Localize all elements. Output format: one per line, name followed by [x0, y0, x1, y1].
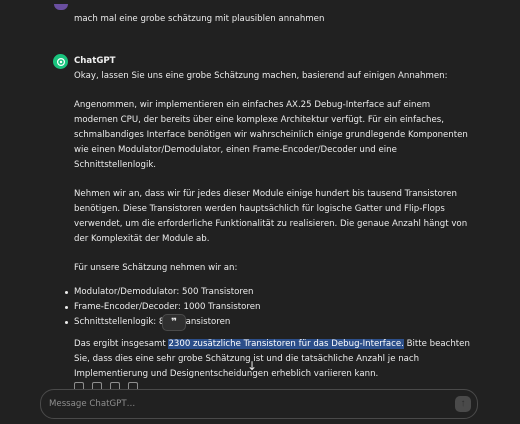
assistant-name: ChatGPT — [74, 56, 116, 66]
list-item: Frame-Encoder/Decoder: 1000 Transistoren — [65, 300, 476, 315]
thumbs-down-icon[interactable] — [128, 382, 138, 389]
arrow-up-icon: ↑ — [460, 398, 466, 409]
regenerate-icon[interactable] — [110, 382, 120, 389]
summary-text: Das ergibt insgesamt — [74, 339, 169, 349]
list-item: Modulator/Demodulator: 500 Transistoren — [65, 285, 476, 300]
message-input[interactable] — [49, 397, 429, 411]
assistant-intro: Okay, lassen Sie uns eine grobe Schätzun… — [74, 71, 448, 81]
user-message: mach mal eine grobe schätzung mit plausi… — [74, 14, 325, 24]
assistant-paragraph: Nehmen wir an, dass wir für jedes dieser… — [74, 189, 468, 244]
list-intro: Für unsere Schätzung nehmen wir an: — [74, 263, 238, 273]
estimate-list: Modulator/Demodulator: 500 Transistoren … — [65, 285, 476, 330]
user-avatar — [54, 4, 68, 10]
arrow-down-icon[interactable]: ↓ — [244, 358, 260, 374]
summary-paragraph: Das ergibt insgesamt 2300 zusätzliche Tr… — [74, 337, 476, 382]
assistant-message: Okay, lassen Sie uns eine grobe Schätzun… — [65, 69, 476, 382]
copy-icon[interactable] — [92, 382, 102, 389]
selected-text[interactable]: 2300 zusätzliche Transistoren für das De… — [168, 339, 404, 349]
list-item: Schnittstellenlogik: 800 Transistoren — [65, 315, 476, 330]
openai-logo-icon — [53, 54, 68, 69]
read-aloud-icon[interactable] — [74, 382, 84, 389]
composer: ↑ — [40, 389, 478, 419]
assistant-paragraph: Angenommen, wir implementieren ein einfa… — [74, 100, 468, 170]
message-actions — [74, 382, 138, 389]
quote-button[interactable]: ❞ — [162, 314, 186, 331]
send-button[interactable]: ↑ — [455, 396, 471, 412]
